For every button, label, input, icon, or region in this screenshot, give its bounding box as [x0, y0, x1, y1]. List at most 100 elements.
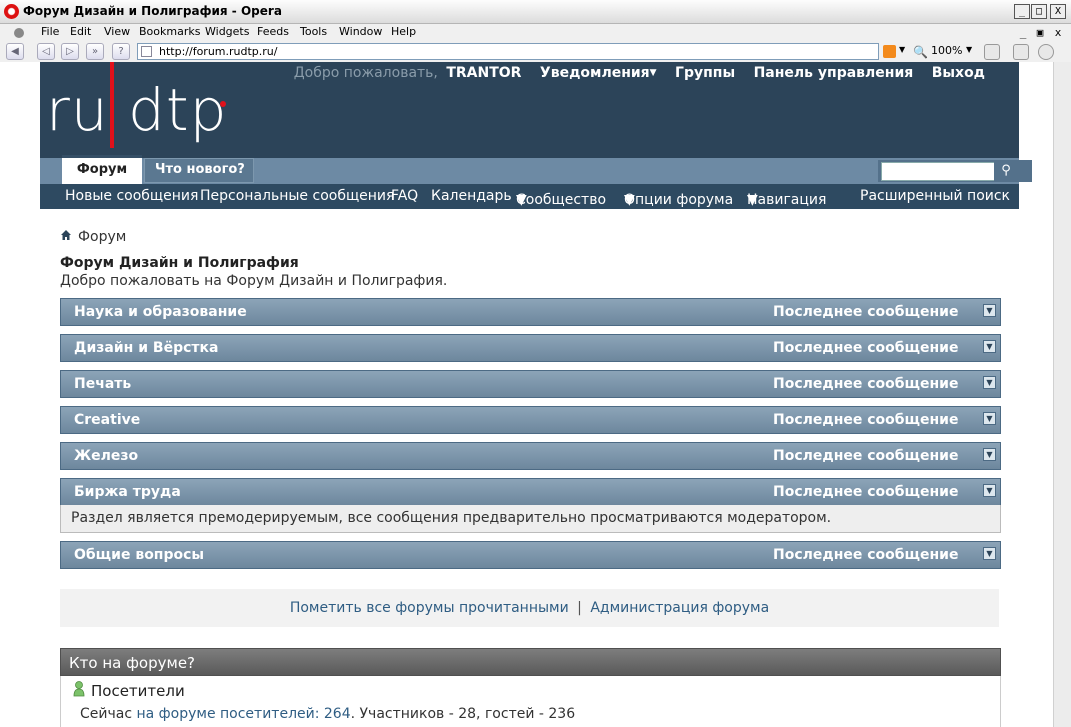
forward-button[interactable]: ▷ [61, 43, 79, 60]
forum-category-header[interactable]: Общие вопросы Последнее сообщение ▼ [60, 541, 1001, 569]
site-header: ru dtp Добро пожаловать, TRANTOR Уведомл… [40, 62, 1019, 158]
online-summary: Сейчас на форуме посетителей: 264. Участ… [80, 706, 575, 722]
forum-category-header[interactable]: Дизайн и Вёрстка Последнее сообщение ▼ [60, 334, 1001, 362]
vertical-scrollbar[interactable] [1053, 62, 1071, 727]
forum-category-name[interactable]: Наука и образование [74, 304, 247, 320]
online-now-text: Сейчас [80, 706, 133, 722]
menu-edit[interactable]: Edit [70, 25, 91, 38]
site-logo[interactable]: ru dtp [46, 76, 227, 144]
page-icon [141, 46, 152, 57]
forum-category-header[interactable]: Печать Последнее сообщение ▼ [60, 370, 1001, 398]
close-button[interactable]: X [1050, 4, 1066, 19]
nav-calendar[interactable]: Календарь [431, 188, 512, 204]
nav-advanced-search[interactable]: Расширенный поиск [860, 188, 1010, 204]
last-post-label: Последнее сообщение [773, 547, 959, 563]
online-users-link[interactable]: на форуме посетителей: 264 [137, 706, 351, 722]
forum-category-name[interactable]: Общие вопросы [74, 547, 204, 563]
collapse-icon[interactable]: ▼ [983, 376, 996, 389]
menu-feeds[interactable]: Feeds [257, 25, 289, 38]
page-menu-icon[interactable] [14, 28, 24, 38]
forum-category-header[interactable]: Железо Последнее сообщение ▼ [60, 442, 1001, 470]
nav-links-bar: Новые сообщения Персональные сообщения F… [40, 184, 1019, 209]
doc-minimize-button[interactable]: _ [1016, 26, 1030, 39]
online-counts-text: . Участников - 28, гостей - 236 [350, 706, 576, 722]
forum-category-name[interactable]: Дизайн и Вёрстка [74, 340, 218, 356]
user-links: Добро пожаловать, TRANTOR Уведомления▼ Г… [294, 65, 985, 81]
nav-faq[interactable]: FAQ [391, 188, 418, 204]
back-button[interactable]: ◀ [6, 43, 24, 60]
forum-actions: Пометить все форумы прочитанными | Админ… [60, 589, 999, 627]
nav-private-messages[interactable]: Персональные сообщения [200, 188, 394, 204]
minimize-button[interactable]: _ [1014, 4, 1030, 19]
whos-online-body: Посетители Сейчас на форуме посетителей:… [60, 676, 1001, 727]
collapse-icon[interactable]: ▼ [983, 448, 996, 461]
forum-category-header[interactable]: Наука и образование Последнее сообщение … [60, 298, 1001, 326]
menu-widgets[interactable]: Widgets [205, 25, 249, 38]
tab-whats-new[interactable]: Что нового? [144, 158, 254, 183]
maximize-button[interactable]: □ [1031, 4, 1047, 19]
menu-view[interactable]: View [104, 25, 130, 38]
search-input[interactable] [881, 162, 1004, 181]
menu-file[interactable]: File [41, 25, 59, 38]
nav-new-posts[interactable]: Новые сообщения [65, 188, 198, 204]
groups-link[interactable]: Группы [675, 65, 735, 81]
collapse-icon[interactable]: ▼ [983, 484, 996, 497]
username-link[interactable]: TRANTOR [446, 65, 521, 81]
zoom-icon: 🔍 [913, 45, 928, 59]
address-url[interactable]: http://forum.rudtp.ru/ [159, 45, 277, 58]
menu-window[interactable]: Window [339, 25, 382, 38]
menu-help[interactable]: Help [391, 25, 416, 38]
doc-close-button[interactable]: x [1051, 26, 1065, 39]
rss-feed-icon[interactable] [883, 45, 896, 58]
address-field[interactable]: http://forum.rudtp.ru/ [137, 43, 879, 60]
menu-tools[interactable]: Tools [300, 25, 327, 38]
control-panel-link[interactable]: Панель управления [754, 65, 914, 81]
page-left-margin [0, 62, 40, 727]
forum-category-name[interactable]: Печать [74, 376, 131, 392]
zoom-level[interactable]: 100% [931, 44, 962, 57]
tabs-bar: Форум Что нового? ⚲ [40, 155, 1032, 184]
forum-category-name[interactable]: Железо [74, 448, 138, 464]
rss-dropdown-icon[interactable]: ▼ [899, 45, 905, 54]
last-post-label: Последнее сообщение [773, 304, 959, 320]
actions-separator: | [577, 600, 582, 616]
forum-admin-link[interactable]: Администрация форума [590, 600, 769, 616]
doc-restore-button[interactable]: ▣ [1033, 26, 1047, 39]
home-icon[interactable] [60, 229, 72, 241]
chevron-down-icon: ▼ [624, 192, 635, 208]
fast-forward-button[interactable]: » [86, 43, 104, 60]
whos-online-header: Кто на форуме? [60, 648, 1001, 676]
menu-bookmarks[interactable]: Bookmarks [139, 25, 200, 38]
logout-link[interactable]: Выход [932, 65, 985, 81]
notifications-link[interactable]: Уведомления▼ [540, 65, 657, 81]
zoom-dropdown-icon[interactable]: ▼ [966, 45, 972, 54]
speed-dial-icon[interactable] [1038, 44, 1054, 60]
whos-online-title: Кто на форуме? [69, 654, 196, 672]
last-post-label: Последнее сообщение [773, 340, 959, 356]
collapse-icon[interactable]: ▼ [983, 304, 996, 317]
logo-red-dot [220, 101, 226, 107]
last-post-label: Последнее сообщение [773, 448, 959, 464]
page-description: Добро пожаловать на Форум Дизайн и Полиг… [60, 273, 448, 289]
collapse-icon[interactable]: ▼ [983, 412, 996, 425]
info-icon[interactable]: ? [112, 43, 130, 60]
notifications-label: Уведомления [539, 65, 650, 81]
collapse-icon[interactable]: ▼ [983, 340, 996, 353]
search-icon[interactable]: ⚲ [994, 161, 1018, 181]
trash-icon[interactable] [1013, 44, 1029, 60]
forum-category-name[interactable]: Биржа труда [74, 484, 181, 500]
forum-category-name[interactable]: Creative [74, 412, 140, 428]
tab-forum[interactable]: Форум [62, 155, 142, 184]
opera-logo-icon [4, 4, 19, 19]
collapse-icon[interactable]: ▼ [983, 547, 996, 560]
back-step-icon[interactable]: ◁ [37, 43, 55, 60]
visitors-icon [73, 681, 85, 697]
forum-category-header[interactable]: Creative Последнее сообщение ▼ [60, 406, 1001, 434]
forum-category-note: Раздел является премодерируемым, все соо… [60, 505, 1001, 533]
welcome-text: Добро пожаловать, [293, 65, 438, 81]
panel-toggle-icon[interactable] [984, 44, 1000, 60]
breadcrumb[interactable]: Форум [78, 229, 126, 245]
browser-toolbar: ◀ ◁ ▷ » ? http://forum.rudtp.ru/ ▼ 🔍 100… [0, 42, 1071, 62]
forum-category-header[interactable]: Биржа труда Последнее сообщение ▼ [60, 478, 1001, 506]
mark-all-read-link[interactable]: Пометить все форумы прочитанными [290, 600, 569, 616]
